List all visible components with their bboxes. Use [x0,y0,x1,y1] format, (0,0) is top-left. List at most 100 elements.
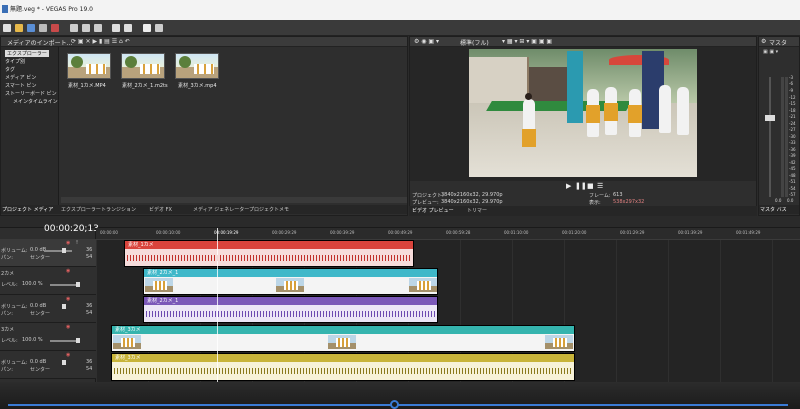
tab-project-media[interactable]: プロジェクト メディア [2,206,53,213]
tab-trimmer[interactable]: トリマー [467,207,487,214]
volume-knob[interactable] [62,360,66,365]
tab-master-bus[interactable]: マスタ バス [760,206,787,213]
ruler-label: 00:00:49:29 [388,230,413,235]
tab-video-preview[interactable]: ビデオ プレビュー [412,207,454,214]
tree-item-tag[interactable]: タグ [5,66,15,73]
volume-knob[interactable] [62,248,66,253]
panel-divider[interactable] [0,216,800,228]
video-clip[interactable]: 素材_3カメ [111,325,575,352]
clip-name: 素材_3カメ [115,327,141,333]
preview-quality-select[interactable]: 標準(フル) [460,38,489,47]
ruler-label: 00:00:29:29 [272,230,297,235]
playhead[interactable] [217,228,218,382]
tree-item-storyboard-bin[interactable]: ストーリーボード ビン [5,90,57,97]
tab-project-notes[interactable]: プロジェクトメモ [249,206,289,213]
mixer-panel: ⚙ マスタ ▣ ▣ ▾ -3 -6 -9 -12 -15 -18 -21 -24… [758,36,800,216]
level-meter-right [785,77,788,197]
window-title: 無題.veg * - VEGAS Pro 19.0 [10,6,93,13]
properties-icon[interactable] [39,24,47,32]
stop-button[interactable]: ■ [587,182,594,190]
redo-icon[interactable] [124,24,132,32]
level-knob[interactable] [76,282,80,287]
meter-scale-label: -51 [789,179,796,184]
tab-media-generators[interactable]: メディア ジェネレーター [193,206,249,213]
undo-icon[interactable] [112,24,120,32]
solo-icon[interactable]: ! [76,240,78,246]
pan-label: パン: [1,367,13,373]
volume-slider[interactable] [44,250,72,252]
envelope-tool-icon[interactable] [155,24,163,32]
video-track-header[interactable]: 3カメ レベル: 100.0 % ◉ [0,323,96,351]
tree-item-explorer[interactable]: エクスプローラー [5,50,49,57]
audio-track-header[interactable]: ボリューム: 0.0 dB パン: センター 36 54 ◉ [0,351,96,379]
audio-clip[interactable]: 素材_2カメ_1 [143,296,438,323]
frame-value: 613 [613,192,623,198]
preview-value: 3840x2160x32, 29.970p [441,199,503,205]
audio-clip[interactable]: 素材_1カメ [124,240,414,267]
video-track-header[interactable]: 2カメ レベル: 100.0 % ◉ [0,267,96,295]
mute-icon[interactable]: ◉ [66,296,70,302]
audio-track-header[interactable]: ボリューム: 0.0 dB パン: センター 36 54 ◉ ! [0,239,96,267]
tree-item-media-bin[interactable]: メディア ビン [5,74,36,81]
timeline-ruler[interactable]: 00:00:00 00:00:10:00 00:00:19:29 00:00:2… [96,228,800,240]
tab-transitions[interactable]: トランジション [101,206,136,213]
meter-scale-label: -15 [789,101,796,106]
track-name: 3カメ [1,327,15,333]
clip-name: 素材_3カメ [115,355,141,361]
track-name: 2カメ [1,271,15,277]
open-icon[interactable] [15,24,23,32]
media-thumbnail[interactable] [121,53,165,79]
tab-explorer[interactable]: エクスプローラー [61,206,101,213]
edit-tool-icon[interactable] [143,24,151,32]
pause-button[interactable]: ❚❚ [575,182,587,190]
play-button[interactable]: ▶ [566,182,571,190]
mixer-buttons[interactable]: ▣ ▣ ▾ [763,49,778,55]
menu-icon[interactable]: ☰ [597,182,603,190]
meter-scale: -3 -6 -9 -12 -15 -18 -21 -24 -27 -30 -33… [789,75,800,199]
import-media-button[interactable]: メディアのインポート... [7,38,72,47]
waveform [146,310,435,317]
level-slider[interactable] [50,340,78,342]
mute-icon[interactable]: ◉ [66,352,70,358]
preview-settings-icon[interactable]: ⚙ ◉ ▣ ▾ [414,38,439,45]
tree-item-main-timeline[interactable]: メインタイムライン [13,98,58,105]
audio-track-header[interactable]: ボリューム: 0.0 dB パン: センター 36 54 ◉ [0,295,96,323]
mute-icon[interactable]: ◉ [66,324,70,330]
waveform [127,254,411,261]
video-clip[interactable]: 素材_2カメ_1 [143,268,438,295]
new-icon[interactable] [3,24,11,32]
timeline-scrollbar[interactable] [0,382,800,409]
paste-icon[interactable] [94,24,102,32]
explorer-scrollbar[interactable] [61,197,407,203]
media-thumbnail[interactable] [175,53,219,79]
master-fader[interactable] [765,115,775,121]
video-frame [545,335,573,349]
media-thumbnail[interactable] [67,53,111,79]
copy-icon[interactable] [82,24,90,32]
tree-item-type[interactable]: タイプ別 [5,58,25,65]
tab-video-fx[interactable]: ビデオ FX [149,206,172,213]
volume-value: 0.0 dB [30,303,47,309]
save-icon[interactable] [27,24,35,32]
mixer-settings-icon[interactable]: ⚙ [761,38,766,45]
tree-item-smart-bin[interactable]: スマート ビン [5,82,36,89]
db-label: 54 [86,254,93,260]
render-icon[interactable] [51,24,59,32]
db-label: 54 [86,310,93,316]
zoom-slider-knob[interactable] [390,400,399,409]
cut-icon[interactable] [70,24,78,32]
ruler-label: 00:01:39:29 [678,230,703,235]
mute-icon[interactable]: ◉ [66,240,70,246]
level-slider[interactable] [50,284,78,286]
timeline-area[interactable]: 素材_1カメ 素材_2カメ_1 素材_2カメ_1 素材_3カメ 素材_3カメ [96,228,800,382]
audio-clip[interactable]: 素材_3カメ [111,353,575,381]
master-left-value: 0.0 [775,198,782,203]
master-right-value: 0.0 [787,198,794,203]
pan-value: センター [30,367,51,373]
mute-icon[interactable]: ◉ [66,268,70,274]
preview-transport: ▶ ❚❚ ■ ☰ プロジェクト: 3840x2160x32, 29.970p プ… [409,178,757,216]
media-file-name: 素材_2カメ_1.m2ts [122,83,168,89]
volume-knob[interactable] [62,304,66,309]
level-knob[interactable] [76,338,80,343]
title-bar: 無題.veg * - VEGAS Pro 19.0 [0,0,800,20]
